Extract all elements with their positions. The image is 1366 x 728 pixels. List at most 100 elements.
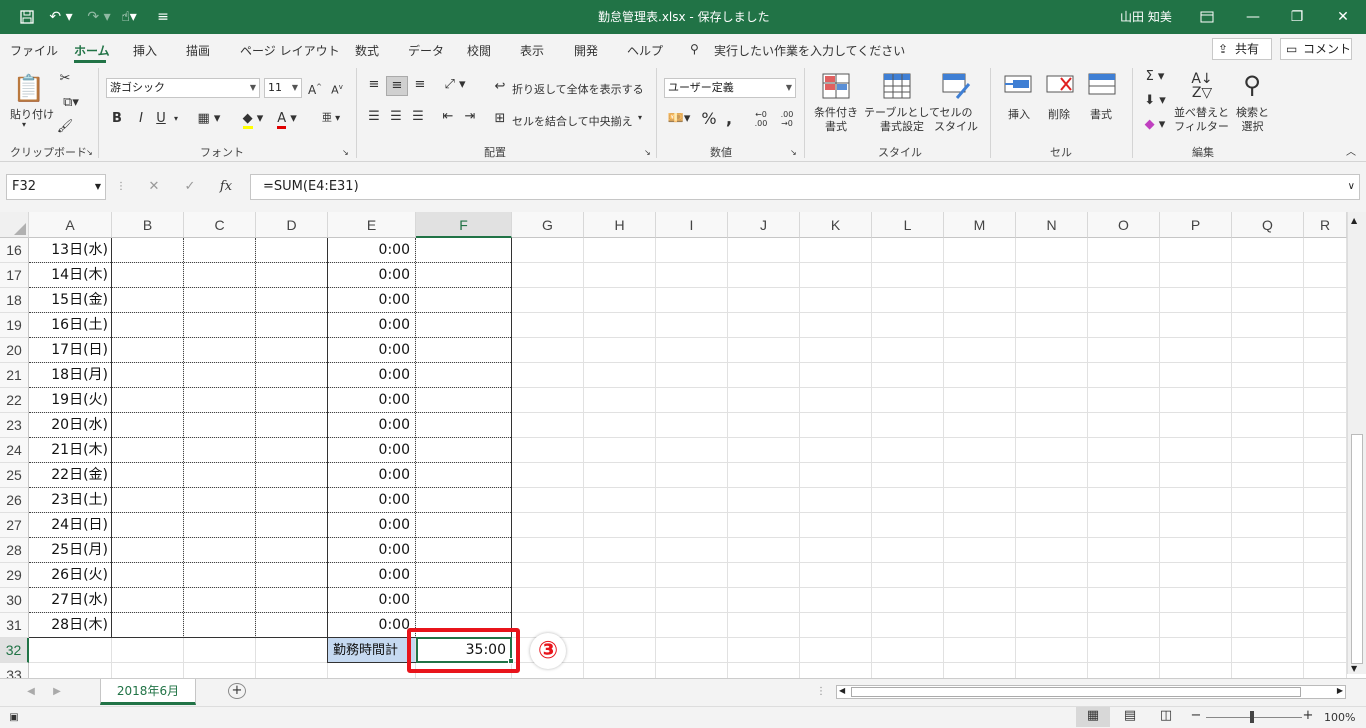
merge-dropdown-icon[interactable]: ▾ bbox=[638, 113, 642, 122]
tab-review[interactable]: 校閲 bbox=[467, 42, 491, 59]
work-time-cell[interactable]: 0:00 bbox=[328, 438, 413, 463]
format-as-table-button[interactable]: テーブルとして 書式設定 bbox=[864, 106, 940, 134]
row-header-32[interactable]: 32 bbox=[0, 638, 29, 663]
date-cell[interactable]: 21日(木) bbox=[29, 438, 110, 463]
vertical-scrollbar[interactable]: ▲ ▼ bbox=[1347, 212, 1366, 674]
date-cell[interactable]: 22日(金) bbox=[29, 463, 110, 488]
orientation-icon[interactable]: ⤢ ▾ bbox=[440, 76, 470, 94]
work-time-cell[interactable]: 0:00 bbox=[328, 613, 413, 638]
select-all-corner[interactable] bbox=[0, 212, 29, 238]
lightbulb-search-icon[interactable]: ⚲ bbox=[690, 42, 699, 56]
column-header-i[interactable]: I bbox=[656, 212, 728, 238]
zoom-in-icon[interactable]: + bbox=[1302, 707, 1314, 725]
scroll-left-icon[interactable]: ◀ bbox=[839, 686, 845, 695]
align-bottom-icon[interactable]: ≡ bbox=[410, 76, 430, 94]
tab-draw[interactable]: 描画 bbox=[186, 42, 210, 59]
worksheet-grid[interactable]: 16 13日(水) 0:00 17 14日(木) 0:00 18 15日(金) 0:00 19 16… bbox=[0, 238, 1347, 678]
increase-decimal-icon[interactable]: ←0.00 bbox=[750, 110, 772, 128]
underline-dropdown-icon[interactable]: ▾ bbox=[170, 110, 182, 128]
column-header-h[interactable]: H bbox=[584, 212, 656, 238]
column-header-r[interactable]: R bbox=[1304, 212, 1347, 238]
scroll-down-icon[interactable]: ▼ bbox=[1351, 664, 1357, 673]
confirm-entry-icon[interactable]: ✓ bbox=[180, 178, 200, 196]
expand-formula-icon[interactable]: ∨ bbox=[1348, 175, 1355, 199]
row-header-21[interactable]: 21 bbox=[0, 363, 29, 388]
column-header-m[interactable]: M bbox=[944, 212, 1016, 238]
cut-icon[interactable]: ✂ bbox=[56, 70, 74, 88]
work-time-cell[interactable]: 0:00 bbox=[328, 263, 413, 288]
format-cells-button[interactable]: 書式 bbox=[1090, 106, 1112, 122]
conditional-formatting-icon[interactable] bbox=[820, 72, 852, 102]
row-header-23[interactable]: 23 bbox=[0, 413, 29, 438]
currency-icon[interactable]: 💴▾ bbox=[664, 110, 694, 128]
redo-icon[interactable]: ↷ ▾ bbox=[84, 6, 114, 28]
touch-mode-icon[interactable]: ☝▾ bbox=[114, 6, 144, 28]
column-header-n[interactable]: N bbox=[1016, 212, 1088, 238]
date-cell[interactable]: 18日(月) bbox=[29, 363, 110, 388]
column-header-l[interactable]: L bbox=[872, 212, 944, 238]
row-header-24[interactable]: 24 bbox=[0, 438, 29, 463]
find-select-icon[interactable]: ⚲ bbox=[1236, 70, 1268, 100]
work-time-cell[interactable]: 0:00 bbox=[328, 513, 413, 538]
name-box[interactable]: F32 ▼ bbox=[6, 174, 106, 200]
tell-me-search[interactable]: 実行したい作業を入力してください bbox=[714, 42, 905, 59]
insert-function-icon[interactable]: fx bbox=[216, 178, 236, 196]
work-time-cell[interactable]: 0:00 bbox=[328, 463, 413, 488]
column-header-c[interactable]: C bbox=[184, 212, 256, 238]
minimize-icon[interactable]: — bbox=[1242, 6, 1264, 28]
font-name-combo[interactable]: 游ゴシック ▼ bbox=[106, 78, 260, 98]
row-header-26[interactable]: 26 bbox=[0, 488, 29, 513]
insert-cells-button[interactable]: 挿入 bbox=[1008, 106, 1030, 122]
next-sheet-icon[interactable]: ▶ bbox=[50, 683, 64, 701]
align-middle-icon[interactable]: ≡ bbox=[386, 76, 408, 96]
collapse-ribbon-icon[interactable]: ︿ bbox=[1344, 144, 1358, 162]
format-painter-icon[interactable]: 🖌 bbox=[56, 118, 74, 136]
close-icon[interactable]: ✕ bbox=[1332, 6, 1354, 28]
find-select-button[interactable]: 検索と 選択 bbox=[1236, 106, 1269, 134]
number-launcher-icon[interactable]: ↘ bbox=[790, 148, 797, 157]
tab-page-layout[interactable]: ページ レイアウト bbox=[240, 42, 340, 59]
sort-filter-icon[interactable]: A↓ Z▽ bbox=[1186, 72, 1218, 102]
work-time-cell[interactable]: 0:00 bbox=[328, 538, 413, 563]
row-header-30[interactable]: 30 bbox=[0, 588, 29, 613]
border-icon[interactable]: ▦ ▾ bbox=[194, 110, 224, 128]
row-header-19[interactable]: 19 bbox=[0, 313, 29, 338]
zoom-slider[interactable] bbox=[1206, 717, 1302, 718]
row-header-28[interactable]: 28 bbox=[0, 538, 29, 563]
underline-button[interactable]: U bbox=[154, 110, 168, 128]
work-time-cell[interactable]: 0:00 bbox=[328, 388, 413, 413]
scroll-up-icon[interactable]: ▲ bbox=[1351, 216, 1357, 225]
restore-icon[interactable]: ❐ bbox=[1286, 6, 1308, 28]
date-cell[interactable]: 23日(土) bbox=[29, 488, 110, 513]
prev-sheet-icon[interactable]: ◀ bbox=[24, 683, 38, 701]
column-header-d[interactable]: D bbox=[256, 212, 328, 238]
date-cell[interactable]: 14日(木) bbox=[29, 263, 110, 288]
column-header-e[interactable]: E bbox=[328, 212, 416, 238]
date-cell[interactable]: 17日(日) bbox=[29, 338, 110, 363]
work-time-cell[interactable]: 0:00 bbox=[328, 238, 413, 263]
font-size-combo[interactable]: 11 ▼ bbox=[264, 78, 302, 98]
conditional-formatting-button[interactable]: 条件付き 書式 bbox=[814, 106, 858, 134]
column-header-o[interactable]: O bbox=[1088, 212, 1160, 238]
page-break-view-icon[interactable]: ◫ bbox=[1154, 707, 1178, 725]
cancel-entry-icon[interactable]: ✕ bbox=[144, 178, 164, 196]
column-header-a[interactable]: A bbox=[29, 212, 112, 238]
work-time-cell[interactable]: 0:00 bbox=[328, 288, 413, 313]
tab-home[interactable]: ホーム bbox=[74, 42, 110, 59]
increase-font-icon[interactable]: A^ bbox=[306, 78, 324, 99]
work-time-cell[interactable]: 0:00 bbox=[328, 313, 413, 338]
font-launcher-icon[interactable]: ↘ bbox=[342, 148, 349, 157]
work-time-cell[interactable]: 0:00 bbox=[328, 413, 413, 438]
column-header-j[interactable]: J bbox=[728, 212, 800, 238]
tab-data[interactable]: データ bbox=[408, 42, 444, 59]
work-time-cell[interactable]: 0:00 bbox=[328, 588, 413, 613]
paste-button[interactable]: 貼り付け bbox=[10, 106, 54, 122]
zoom-level[interactable]: 100% bbox=[1324, 711, 1355, 724]
column-header-b[interactable]: B bbox=[112, 212, 184, 238]
work-time-cell[interactable]: 0:00 bbox=[328, 488, 413, 513]
date-cell[interactable]: 24日(日) bbox=[29, 513, 110, 538]
page-layout-view-icon[interactable]: ▤ bbox=[1118, 707, 1142, 725]
share-button[interactable]: ⇪ 共有 bbox=[1212, 38, 1272, 60]
paste-dropdown-icon[interactable]: ▾ bbox=[22, 120, 26, 129]
alignment-launcher-icon[interactable]: ↘ bbox=[644, 148, 651, 157]
